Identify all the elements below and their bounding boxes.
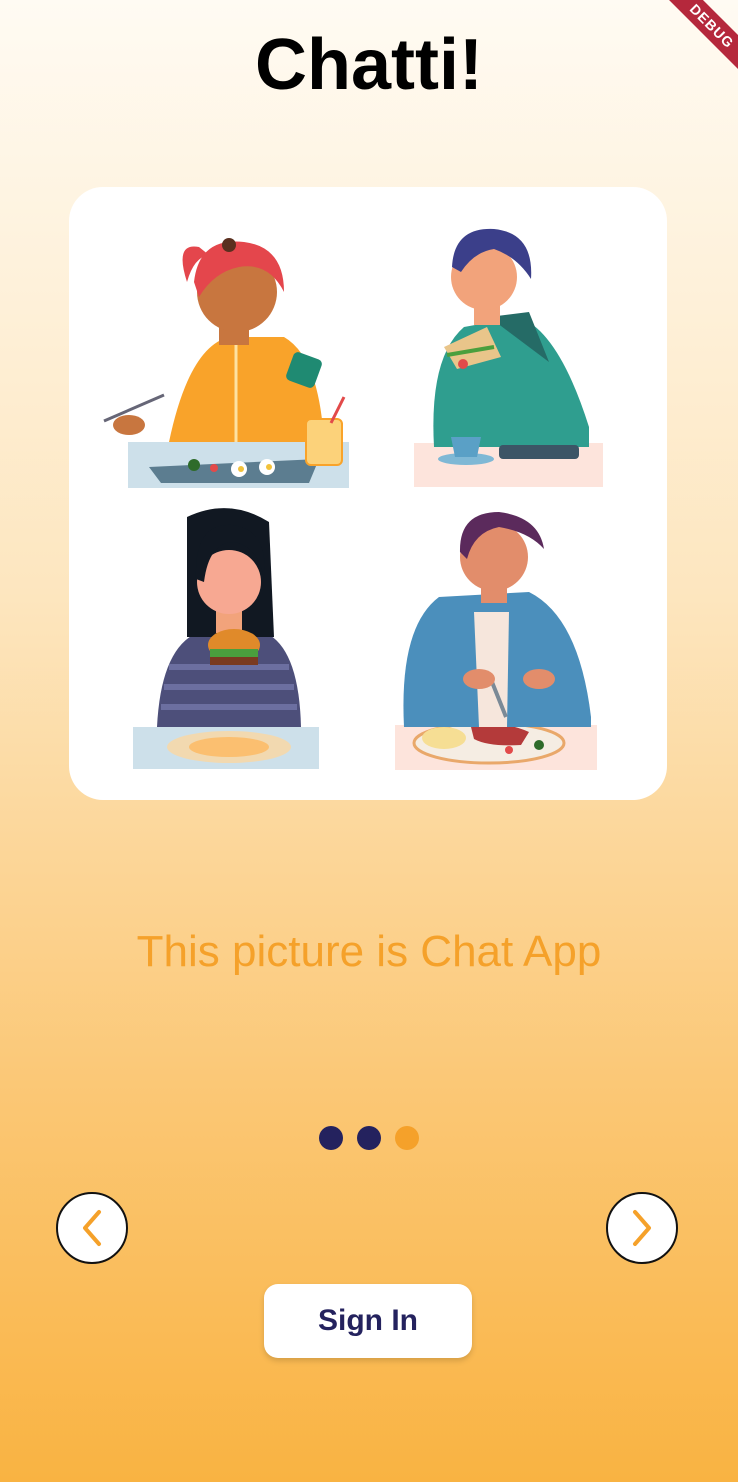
page-indicator [0,1126,738,1150]
next-slide-button[interactable] [606,1192,678,1264]
page-dot[interactable] [319,1126,343,1150]
four-people-eating-illustration [103,228,603,770]
slide-caption: This picture is Chat App [136,927,602,976]
man-with-steak-illustration [395,512,597,770]
man-with-sandwich-illustration [414,228,603,487]
chevron-left-icon [83,1210,101,1246]
woman-with-burger-illustration [133,508,319,769]
sign-in-button[interactable]: Sign In [264,1284,472,1358]
woman-with-phone-illustration [103,238,349,488]
previous-slide-button[interactable] [56,1192,128,1264]
page-dot[interactable] [395,1126,419,1150]
chevron-right-icon [633,1210,651,1246]
illustration-card [69,187,667,800]
app-title: Chatti! [255,25,483,105]
page-dot[interactable] [357,1126,381,1150]
